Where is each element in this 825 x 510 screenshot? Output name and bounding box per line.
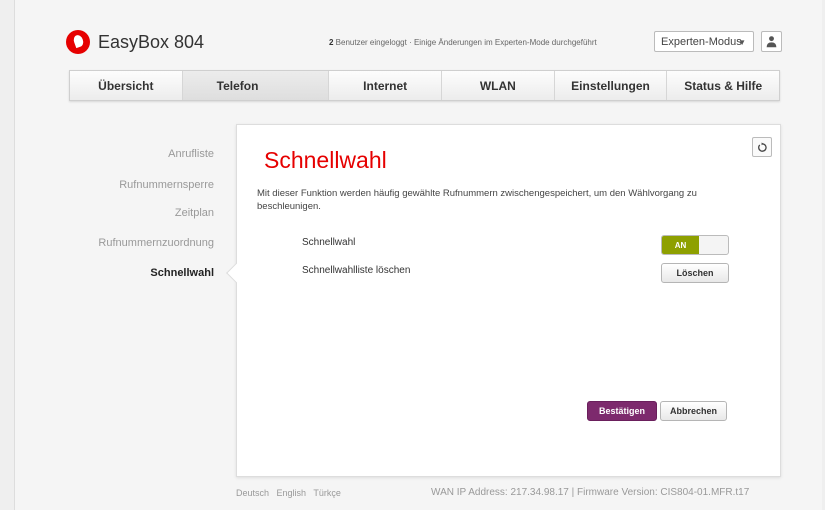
footer-info: WAN IP Address: 217.34.98.17 | Firmware … bbox=[431, 487, 750, 498]
mode-select-value: Experten-Modus bbox=[661, 35, 742, 48]
chevron-down-icon: ▼ bbox=[738, 38, 746, 47]
sidebar-item-rufnummernzuordnung[interactable]: Rufnummernzuordnung bbox=[98, 237, 214, 249]
user-button[interactable] bbox=[761, 31, 782, 52]
cancel-button[interactable]: Abbrechen bbox=[660, 401, 727, 421]
tab-internet[interactable]: Internet bbox=[329, 71, 443, 100]
lang-turkce[interactable]: Türkçe bbox=[313, 488, 341, 498]
refresh-button[interactable] bbox=[752, 137, 772, 157]
sidebar-item-schnellwahl[interactable]: Schnellwahl bbox=[150, 267, 214, 279]
login-status: 2 Benutzer eingeloggt · Einige Änderunge… bbox=[329, 38, 597, 47]
status-text: Benutzer eingeloggt · Einige Änderungen … bbox=[333, 38, 597, 47]
user-icon bbox=[766, 36, 777, 48]
tab-einstellungen[interactable]: Einstellungen bbox=[555, 71, 668, 100]
sidebar-item-anrufliste[interactable]: Anrufliste bbox=[168, 148, 214, 160]
vodafone-logo-icon bbox=[66, 30, 90, 54]
brand-logo[interactable]: EasyBox 804 bbox=[66, 30, 204, 54]
sidebar-item-zeitplan[interactable]: Zeitplan bbox=[175, 207, 214, 219]
page-description: Mit dieser Funktion werden häufig gewähl… bbox=[257, 188, 697, 212]
mode-select[interactable]: Experten-Modus ▼ bbox=[654, 31, 754, 52]
delete-list-label: Schnellwahlliste löschen bbox=[302, 265, 411, 276]
page-title: Schnellwahl bbox=[264, 147, 387, 173]
lang-deutsch[interactable]: Deutsch bbox=[236, 488, 269, 498]
schnellwahl-toggle[interactable]: AN bbox=[661, 235, 729, 255]
main-nav: Übersicht Telefon Internet WLAN Einstell… bbox=[69, 70, 780, 101]
refresh-icon bbox=[757, 141, 767, 152]
tab-uebersicht[interactable]: Übersicht bbox=[70, 71, 183, 100]
schnellwahl-label: Schnellwahl bbox=[302, 237, 356, 248]
delete-button[interactable]: Löschen bbox=[661, 263, 729, 283]
brand-name: EasyBox 804 bbox=[98, 31, 205, 52]
confirm-button[interactable]: Bestätigen bbox=[587, 401, 657, 421]
tab-wlan[interactable]: WLAN bbox=[442, 71, 555, 100]
tab-status-hilfe[interactable]: Status & Hilfe bbox=[667, 71, 779, 100]
sidebar-item-rufnummernsperre[interactable]: Rufnummernsperre bbox=[119, 179, 214, 191]
lang-english[interactable]: English bbox=[277, 488, 307, 498]
toggle-on-label: AN bbox=[662, 236, 699, 254]
language-links: Deutsch English Türkçe bbox=[236, 488, 346, 498]
tab-telefon[interactable]: Telefon bbox=[182, 71, 330, 100]
content-panel: Schnellwahl Mit dieser Funktion werden h… bbox=[226, 124, 781, 477]
